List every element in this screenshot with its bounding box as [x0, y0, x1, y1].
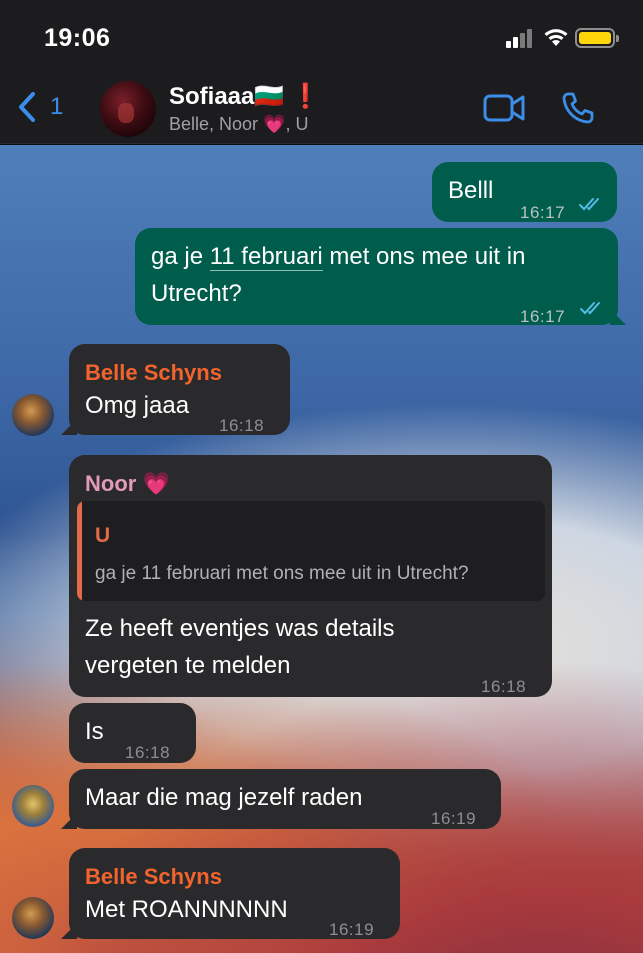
unread-count: 1: [50, 93, 64, 120]
message-text: Is: [85, 718, 104, 745]
status-time: 19:06: [44, 24, 111, 52]
bubble-tail: [61, 419, 77, 435]
avatar-belle[interactable]: [12, 394, 54, 436]
message-incoming[interactable]: Is 16:18: [69, 703, 196, 763]
message-text: Met ROANNNNNN: [85, 896, 288, 923]
video-call-icon[interactable]: [483, 93, 525, 123]
message-time: 16:18: [125, 743, 171, 762]
avatar-noor[interactable]: [12, 785, 54, 827]
date-link[interactable]: 11 februari: [209, 243, 323, 271]
quoted-message[interactable]: U ga je 11 februari met ons mee uit in U…: [77, 501, 545, 601]
status-bar: 19:06: [0, 0, 643, 72]
message-time: 16:17: [520, 203, 566, 222]
sender-name[interactable]: Belle Schyns: [85, 354, 222, 391]
avatar-belle[interactable]: [12, 897, 54, 939]
message-text: Belll: [448, 177, 494, 204]
wifi-icon: [544, 29, 568, 46]
message-incoming[interactable]: Noor 💗 U ga je 11 februari met ons mee u…: [69, 455, 552, 697]
group-name[interactable]: Sofiaaa🇧🇬 ❗: [169, 82, 321, 111]
message-text: ga je 11 februari met ons mee uit in Utr…: [151, 243, 526, 307]
bubble-tail: [61, 923, 77, 939]
battery-icon: [575, 28, 619, 48]
message-text: Ze heeft eventjes was details vergeten t…: [85, 615, 395, 679]
sender-name[interactable]: Noor 💗: [85, 465, 170, 502]
read-receipt-icon: [579, 198, 599, 211]
message-incoming[interactable]: Belle Schyns Omg jaaa 16:18: [61, 344, 290, 435]
cellular-signal-icon: [506, 29, 534, 48]
bubble-tail: [61, 813, 77, 829]
quoted-text: ga je 11 februari met ons mee uit in Utr…: [95, 563, 469, 584]
message-text: Maar die mag jezelf raden: [85, 784, 363, 811]
chevron-left-icon: [19, 92, 35, 122]
phone-icon[interactable]: [561, 91, 595, 125]
group-avatar[interactable]: [100, 81, 156, 137]
message-outgoing[interactable]: ga je 11 februari met ons mee uit in Utr…: [135, 228, 626, 326]
message-text: Omg jaaa: [85, 392, 190, 419]
message-incoming[interactable]: Belle Schyns Met ROANNNNNN 16:19: [61, 848, 400, 939]
group-participants[interactable]: Belle, Noor 💗, U: [169, 114, 308, 135]
sender-name[interactable]: Belle Schyns: [85, 858, 222, 895]
message-time: 16:18: [481, 677, 527, 696]
message-time: 16:19: [431, 809, 477, 828]
message-time: 16:18: [219, 416, 265, 435]
read-receipt-icon: [580, 302, 600, 315]
message-time: 16:17: [520, 307, 566, 326]
message-outgoing[interactable]: Belll 16:17: [432, 162, 617, 222]
message-incoming[interactable]: Maar die mag jezelf raden 16:19: [61, 769, 501, 829]
chat-header: 1 Sofiaaa🇧🇬 ❗ Belle, Noor 💗, U: [0, 72, 643, 144]
bubble-tail: [610, 309, 626, 325]
quoted-sender: U: [95, 524, 111, 547]
chat-area[interactable]: Belll 16:17 ga je 11 februari met ons me…: [0, 145, 643, 953]
back-button[interactable]: 1: [18, 92, 63, 122]
message-time: 16:19: [329, 920, 375, 939]
